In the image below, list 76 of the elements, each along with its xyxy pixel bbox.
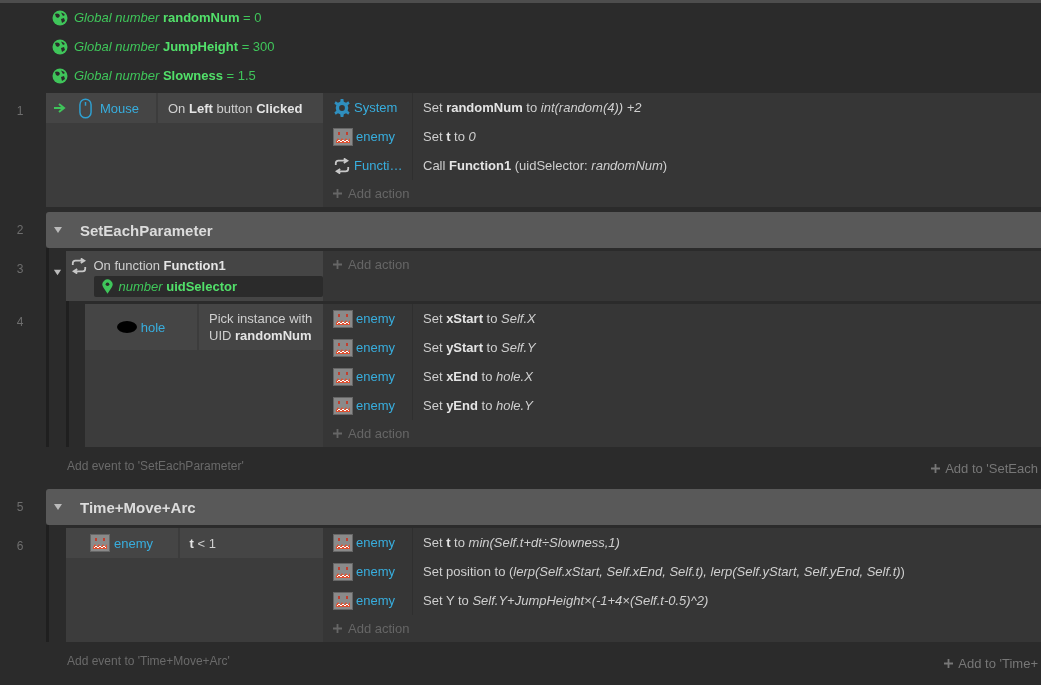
sprite-face-icon <box>333 591 353 610</box>
action-text[interactable]: Set t to min(Self.t+dt÷Slowness,1) <box>413 535 620 550</box>
sprite-face-icon <box>333 562 353 581</box>
gear-icon <box>333 98 351 117</box>
loop-arrows-icon <box>69 257 88 274</box>
group-header[interactable]: SetEachParameter <box>46 212 1041 248</box>
add-event-link[interactable]: Add event to 'SetEachParameter' <box>67 458 932 473</box>
group-header[interactable]: Time+Move+Arc <box>46 489 1041 525</box>
caret-icon[interactable] <box>53 268 62 277</box>
global-variable[interactable]: Global number randomNum = 0 <box>74 10 262 25</box>
object-name[interactable]: enemy <box>356 398 396 413</box>
action-text[interactable]: Set xStart to Self.X <box>413 311 536 326</box>
action-text[interactable]: Set position to (lerp(Self.xStart, Self.xEnd, Self.t), lerp(Self.yStart, Self.yEnd, Self.t)) <box>413 564 905 579</box>
add-to-group-button[interactable]: Add to 'SetEach <box>931 461 1038 476</box>
object-name[interactable]: enemy <box>356 564 396 579</box>
caret-icon[interactable] <box>53 225 63 235</box>
action-text[interactable]: Set yEnd to hole.Y <box>413 398 533 413</box>
plus-icon <box>931 464 941 473</box>
object-name[interactable]: Functi… <box>354 158 403 173</box>
parameter-text: number uidSelector <box>118 279 237 294</box>
sprite-face-icon <box>333 367 353 386</box>
add-to-group-button[interactable]: Add to 'Time+ <box>944 656 1038 671</box>
line-number: 3 <box>16 262 24 276</box>
globe-icon <box>52 67 68 84</box>
sprite-face-icon <box>90 534 110 552</box>
action-text[interactable]: Set xEnd to hole.X <box>413 369 533 384</box>
condition-text[interactable]: Pick instance with UID randomNum <box>199 304 323 350</box>
object-name[interactable]: enemy <box>356 535 396 550</box>
condition-row[interactable]: enemy t < 1 <box>65 528 323 558</box>
plus-icon <box>333 429 342 438</box>
line-number: 6 <box>16 539 24 553</box>
globe-icon <box>52 38 68 55</box>
object-name[interactable]: hole <box>140 319 166 335</box>
condition-row[interactable]: Mouse On Left button Clicked <box>46 93 323 123</box>
loop-arrows-icon <box>333 157 351 174</box>
line-number: 5 <box>16 500 24 514</box>
line-number: 4 <box>16 315 24 329</box>
oval-icon <box>116 321 137 333</box>
action-text[interactable]: Set randomNum to int(random(4)) +2 <box>413 100 642 115</box>
condition-text[interactable]: t < 1 <box>179 528 226 558</box>
plus-icon <box>333 260 342 269</box>
action-text[interactable]: Call Function1 (uidSelector: randomNum) <box>413 158 668 173</box>
pin-icon <box>101 279 113 294</box>
condition-row[interactable]: hole Pick instance with UID randomNum <box>85 304 323 350</box>
object-name[interactable]: enemy <box>356 311 396 326</box>
sprite-face-icon <box>333 127 353 146</box>
mouse-icon <box>79 97 92 119</box>
global-variable[interactable]: Global number Slowness = 1.5 <box>74 68 256 83</box>
line-number: 2 <box>16 223 24 237</box>
action-text[interactable]: Set yStart to Self.Y <box>413 340 536 355</box>
function-parameter[interactable]: number uidSelector <box>93 276 323 297</box>
caret-icon[interactable] <box>53 502 63 512</box>
object-name[interactable]: enemy <box>356 340 396 355</box>
action-text[interactable]: Set t to 0 <box>413 129 476 144</box>
object-name[interactable]: System <box>354 100 398 115</box>
line-number: 1 <box>16 104 24 118</box>
sprite-face-icon <box>333 309 353 328</box>
group-title: Time+Move+Arc <box>80 498 196 516</box>
sprite-face-icon <box>333 396 353 415</box>
object-name[interactable]: Mouse <box>100 100 140 116</box>
condition-text[interactable]: On function Function1 <box>87 255 232 276</box>
plus-icon <box>944 659 954 668</box>
group-title: SetEachParameter <box>80 221 213 239</box>
plus-icon <box>333 189 342 198</box>
object-name[interactable]: enemy <box>356 593 396 608</box>
action-text[interactable]: Set Y to Self.Y+JumpHeight×(-1+4×(Self.t-0.5)^2) <box>413 593 709 608</box>
plus-icon <box>333 624 342 633</box>
object-name[interactable]: enemy <box>114 535 153 551</box>
global-variable[interactable]: Global number JumpHeight = 300 <box>74 39 275 54</box>
globe-icon <box>52 9 68 26</box>
object-name[interactable]: enemy <box>356 129 396 144</box>
object-name[interactable]: enemy <box>356 369 396 384</box>
condition-text[interactable]: On Left button Clicked <box>158 93 313 123</box>
sprite-face-icon <box>333 533 353 552</box>
add-event-link[interactable]: Add event to 'Time+Move+Arc' <box>67 653 945 668</box>
sprite-face-icon <box>333 338 353 357</box>
